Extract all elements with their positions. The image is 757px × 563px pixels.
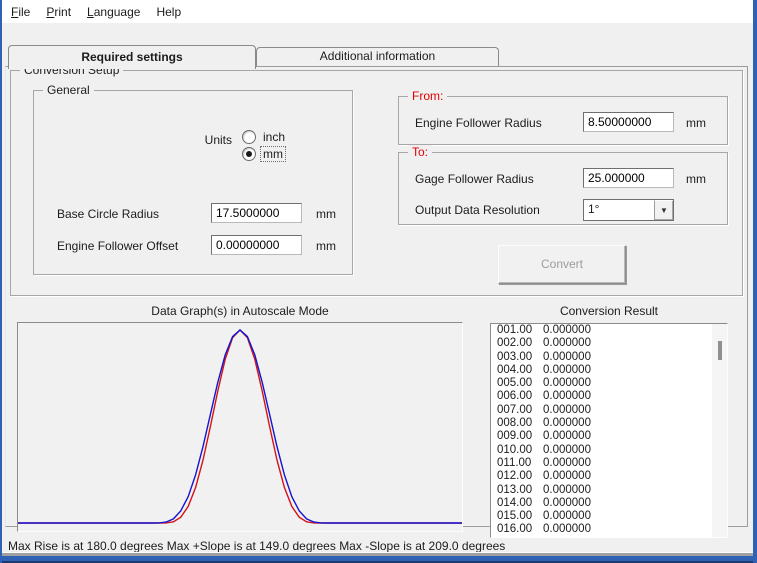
- output-data-resolution-value[interactable]: 1°: [584, 200, 654, 220]
- radio-inch-label[interactable]: inch: [261, 130, 287, 144]
- result-value: 0.000000: [543, 351, 591, 363]
- base-circle-radius-label: Base Circle Radius: [57, 207, 159, 221]
- result-angle: 014.00: [497, 497, 543, 510]
- list-item[interactable]: 001.000.000000: [491, 324, 727, 337]
- menu-file[interactable]: File: [3, 2, 38, 22]
- graph-title: Data Graph(s) in Autoscale Mode: [17, 304, 463, 318]
- result-value: 0.000000: [543, 364, 591, 376]
- result-value: 0.000000: [543, 417, 591, 429]
- engine-follower-radius-field[interactable]: [583, 112, 674, 132]
- radio-mm-icon[interactable]: [242, 147, 256, 161]
- listbox-scrollbar-thumb[interactable]: [718, 341, 722, 360]
- list-item[interactable]: 003.000.000000: [491, 351, 727, 364]
- result-value: 0.000000: [543, 457, 591, 469]
- cam-profile-chart: [18, 323, 462, 531]
- conversion-result-listbox[interactable]: 001.000.000000002.000.000000003.000.0000…: [490, 323, 728, 538]
- list-item[interactable]: 006.000.000000: [491, 390, 727, 403]
- list-item[interactable]: 007.000.000000: [491, 404, 727, 417]
- convert-button[interactable]: Convert: [498, 245, 626, 284]
- radio-inch[interactable]: inch: [242, 130, 287, 144]
- result-value: 0.000000: [543, 470, 591, 482]
- result-angle: 016.00: [497, 523, 543, 536]
- from-legend: From:: [408, 89, 447, 103]
- radio-inch-icon[interactable]: [242, 130, 256, 144]
- result-value: 0.000000: [543, 444, 591, 456]
- dropdown-arrow-icon[interactable]: ▼: [654, 200, 673, 220]
- result-value: 0.000000: [543, 430, 591, 442]
- status-bar-text: Max Rise is at 180.0 degrees Max +Slope …: [8, 539, 748, 553]
- result-value: 0.000000: [543, 337, 591, 349]
- result-angle: 012.00: [497, 470, 543, 483]
- list-item[interactable]: 009.000.000000: [491, 430, 727, 443]
- result-value: 0.000000: [543, 377, 591, 389]
- result-angle: 004.00: [497, 364, 543, 377]
- base-circle-radius-field[interactable]: [211, 203, 302, 223]
- blue-curve: [18, 330, 462, 523]
- menu-bar: FilePrintLanguageHelp: [0, 0, 757, 23]
- engine-follower-offset-unit: mm: [316, 239, 336, 253]
- result-angle: 008.00: [497, 417, 543, 430]
- result-value: 0.000000: [543, 324, 591, 336]
- result-value: 0.000000: [543, 390, 591, 402]
- general-legend: General: [43, 83, 94, 97]
- gage-follower-radius-field[interactable]: [583, 168, 674, 188]
- units-label: Units: [160, 133, 232, 147]
- list-item[interactable]: 014.000.000000: [491, 497, 727, 510]
- result-angle: 015.00: [497, 510, 543, 523]
- result-angle: 001.00: [497, 324, 543, 337]
- engine-follower-radius-unit: mm: [686, 116, 706, 130]
- list-item[interactable]: 005.000.000000: [491, 377, 727, 390]
- list-item[interactable]: 008.000.000000: [491, 417, 727, 430]
- result-angle: 011.00: [497, 457, 543, 470]
- output-data-resolution-combo[interactable]: 1° ▼: [583, 199, 674, 221]
- menu-language[interactable]: Language: [79, 2, 148, 22]
- result-angle: 002.00: [497, 337, 543, 350]
- base-circle-radius-unit: mm: [316, 207, 336, 221]
- red-curve: [18, 330, 462, 523]
- tab-required-settings[interactable]: Required settings: [8, 45, 256, 69]
- result-angle: 010.00: [497, 444, 543, 457]
- result-value: 0.000000: [543, 523, 591, 535]
- result-value: 0.000000: [543, 484, 591, 496]
- list-item[interactable]: 011.000.000000: [491, 457, 727, 470]
- result-angle: 003.00: [497, 351, 543, 364]
- engine-follower-offset-field[interactable]: [211, 235, 302, 255]
- data-graph-panel: [17, 322, 463, 532]
- tab-additional-information[interactable]: Additional information: [256, 47, 499, 66]
- engine-follower-radius-label: Engine Follower Radius: [415, 116, 542, 130]
- engine-follower-offset-label: Engine Follower Offset: [57, 239, 178, 253]
- result-value: 0.000000: [543, 404, 591, 416]
- result-angle: 006.00: [497, 390, 543, 403]
- list-item[interactable]: 016.000.000000: [491, 523, 727, 536]
- to-legend: To:: [408, 145, 432, 159]
- list-item[interactable]: 002.000.000000: [491, 337, 727, 350]
- result-angle: 007.00: [497, 404, 543, 417]
- conversion-result-title: Conversion Result: [490, 304, 728, 318]
- result-angle: 013.00: [497, 484, 543, 497]
- list-item[interactable]: 010.000.000000: [491, 444, 727, 457]
- result-value: 0.000000: [543, 510, 591, 522]
- menu-help[interactable]: Help: [148, 2, 189, 22]
- list-item[interactable]: 013.000.000000: [491, 484, 727, 497]
- result-value: 0.000000: [543, 497, 591, 509]
- window-frame-left: [0, 0, 2, 563]
- radio-mm[interactable]: mm: [242, 147, 285, 161]
- menu-print[interactable]: Print: [38, 2, 79, 22]
- result-angle: 005.00: [497, 377, 543, 390]
- gage-follower-radius-unit: mm: [686, 172, 706, 186]
- output-data-resolution-label: Output Data Resolution: [415, 203, 540, 217]
- radio-mm-label[interactable]: mm: [261, 147, 285, 161]
- result-angle: 009.00: [497, 430, 543, 443]
- list-item[interactable]: 012.000.000000: [491, 470, 727, 483]
- gage-follower-radius-label: Gage Follower Radius: [415, 172, 534, 186]
- window-frame-right: [753, 0, 757, 563]
- list-item[interactable]: 004.000.000000: [491, 364, 727, 377]
- application-window: FilePrintLanguageHelp Additional informa…: [0, 0, 757, 563]
- list-item[interactable]: 015.000.000000: [491, 510, 727, 523]
